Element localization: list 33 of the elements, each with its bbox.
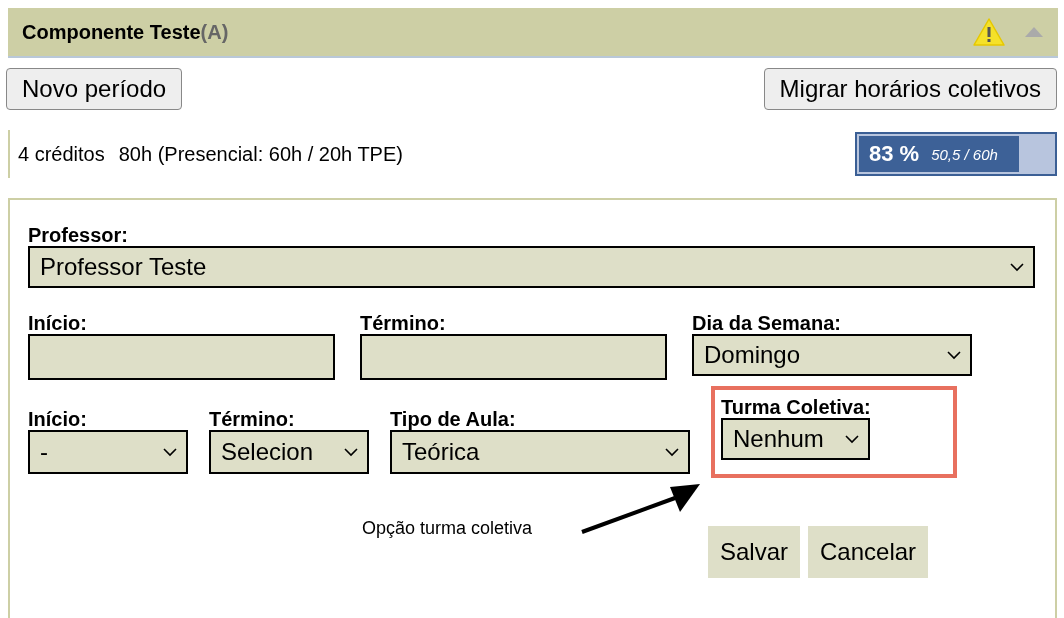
field-label: Término: [209, 408, 296, 430]
dropdown[interactable]: Teórica [390, 430, 690, 474]
field-label: Dia da Semana: [692, 312, 842, 334]
action-button[interactable]: Cancelar [808, 526, 929, 578]
chevron-down-icon [1009, 262, 1025, 272]
dropdown[interactable]: - [28, 430, 188, 474]
field-label: Tipo de Aula: [390, 408, 517, 430]
input-field[interactable] [28, 334, 335, 380]
chevron-down-icon [844, 434, 860, 444]
field-label: Término: [360, 312, 447, 334]
new-period-button[interactable]: Novo período [6, 68, 183, 110]
hours-text: 80h (Presencial: 60h / 20h TPE) [118, 142, 403, 166]
dropdown[interactable]: Nenhum [721, 418, 870, 460]
dropdown[interactable]: Professor Teste [28, 246, 1035, 288]
field-label: Início: [28, 312, 88, 334]
field-label: Professor: [28, 224, 130, 246]
dropdown[interactable]: Selecion [209, 430, 369, 474]
warning-icon [972, 17, 1006, 47]
action-button[interactable]: Salvar [708, 526, 801, 578]
section-title: Componente Teste(A) [22, 20, 229, 44]
field-label: Início: [28, 408, 88, 430]
progress-percent: 83 % [869, 141, 920, 167]
migrate-button[interactable]: Migrar horários coletivos [763, 68, 1057, 110]
progress-reading: 50,5 / 60h [931, 145, 998, 163]
chevron-down-icon [946, 350, 962, 360]
chevron-down-icon [162, 447, 178, 457]
annotation-text: Opção turma coletiva [362, 518, 533, 539]
chevron-down-icon [664, 447, 680, 457]
credits-text: 4 créditos [18, 142, 105, 166]
chevron-down-icon [343, 447, 359, 457]
dropdown[interactable]: Domingo [692, 334, 972, 376]
input-field[interactable] [360, 334, 667, 380]
field-label: Turma Coletiva: [721, 396, 872, 418]
